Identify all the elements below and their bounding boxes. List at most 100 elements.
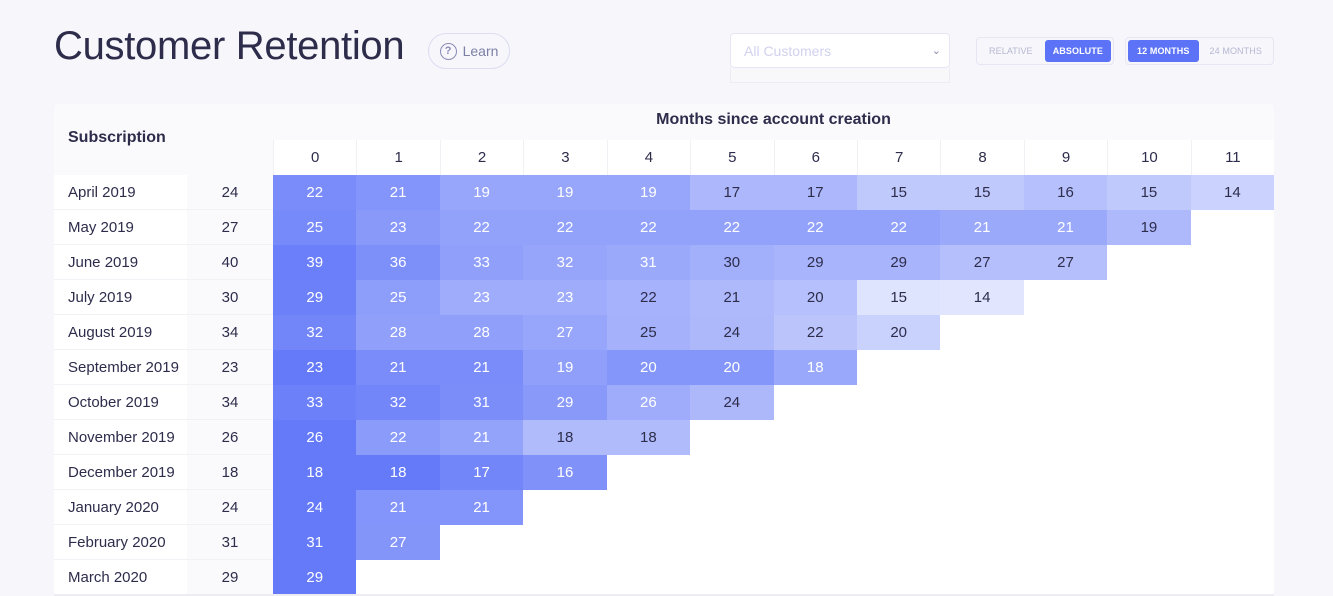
12-months-option[interactable]: 12 MONTHS bbox=[1128, 40, 1199, 62]
retention-cell: 22 bbox=[606, 280, 691, 315]
empty-cell bbox=[940, 455, 1023, 490]
cohort-row: February 2020 31 31 27 bbox=[54, 525, 1274, 560]
retention-cell: 36 bbox=[356, 245, 440, 280]
empty-cell bbox=[857, 490, 940, 525]
retention-cell: 27 bbox=[1023, 245, 1108, 280]
month-column-header: 10 bbox=[1107, 140, 1190, 175]
retention-cell: 21 bbox=[940, 210, 1024, 245]
empty-cell bbox=[1024, 455, 1107, 490]
cohort-label: August 2019 bbox=[54, 315, 187, 350]
page-title: Customer Retention bbox=[54, 24, 405, 68]
question-circle-icon: ? bbox=[439, 42, 457, 60]
empty-cell bbox=[1024, 490, 1107, 525]
subscription-header: Subscription bbox=[68, 129, 166, 146]
cohort-count: 18 bbox=[187, 455, 273, 490]
range-toggle: 12 MONTHS 24 MONTHS bbox=[1125, 37, 1274, 65]
retention-cell: 24 bbox=[690, 315, 774, 350]
cohort-label: February 2020 bbox=[54, 525, 187, 560]
cohort-row: September 2019 23 23 21 21 19 20 20 18 bbox=[54, 350, 1274, 385]
retention-cell: 24 bbox=[273, 490, 357, 525]
retention-cell: 22 bbox=[356, 420, 440, 455]
retention-cell: 22 bbox=[773, 315, 857, 350]
cohort-label: May 2019 bbox=[54, 210, 187, 245]
retention-cell: 21 bbox=[690, 280, 774, 315]
retention-cell: 19 bbox=[1107, 210, 1191, 245]
cohort-row: May 2019 27 25 23 22 22 22 22 22 22 21 21 19 bbox=[54, 210, 1274, 245]
empty-cell bbox=[1024, 315, 1107, 350]
empty-cell bbox=[1107, 280, 1190, 315]
chevron-down-icon: ⌄ bbox=[931, 45, 941, 57]
empty-cell bbox=[607, 490, 690, 525]
empty-cell bbox=[1191, 455, 1274, 490]
cohort-count: 31 bbox=[187, 525, 273, 560]
retention-cell: 17 bbox=[690, 175, 774, 210]
month-column-header: 1 bbox=[356, 140, 439, 175]
month-column-header: 9 bbox=[1023, 140, 1107, 175]
retention-cell: 22 bbox=[606, 210, 691, 245]
retention-cell: 32 bbox=[356, 385, 440, 420]
retention-cell: 22 bbox=[773, 210, 857, 245]
empty-cell bbox=[1024, 420, 1107, 455]
cohort-label: January 2020 bbox=[54, 490, 187, 525]
retention-cell: 29 bbox=[523, 385, 607, 420]
empty-cell bbox=[774, 560, 857, 595]
retention-cell: 21 bbox=[356, 490, 440, 525]
retention-cell: 15 bbox=[1107, 175, 1191, 210]
absolute-option[interactable]: ABSOLUTE bbox=[1044, 40, 1111, 62]
empty-cell bbox=[1024, 350, 1107, 385]
empty-cell bbox=[774, 385, 857, 420]
retention-cell: 28 bbox=[439, 315, 524, 350]
month-columns-header: 0 1 2 3 4 5 6 7 8 9 10 11 bbox=[273, 140, 1274, 175]
retention-cell: 19 bbox=[606, 175, 691, 210]
empty-cell bbox=[607, 560, 690, 595]
retention-cell: 29 bbox=[273, 560, 357, 595]
cohort-label: March 2020 bbox=[54, 560, 187, 595]
retention-cell: 20 bbox=[690, 350, 774, 385]
retention-cell: 31 bbox=[606, 245, 691, 280]
cohort-row: January 2020 24 24 21 21 bbox=[54, 490, 1274, 525]
retention-cell: 33 bbox=[273, 385, 357, 420]
cohort-row: October 2019 34 33 32 31 29 26 24 bbox=[54, 385, 1274, 420]
retention-cell: 23 bbox=[356, 210, 440, 245]
month-column-header: 3 bbox=[523, 140, 606, 175]
cohort-label: July 2019 bbox=[54, 280, 187, 315]
retention-cell: 25 bbox=[606, 315, 691, 350]
empty-cell bbox=[690, 455, 773, 490]
24-months-option[interactable]: 24 MONTHS bbox=[1201, 40, 1272, 62]
month-column-header: 6 bbox=[773, 140, 857, 175]
learn-label: Learn bbox=[462, 43, 499, 59]
customer-segment-select[interactable]: All Customers ⌄ bbox=[730, 33, 950, 68]
retention-cell: 22 bbox=[690, 210, 774, 245]
empty-cell bbox=[940, 315, 1023, 350]
cohort-count: 24 bbox=[187, 490, 273, 525]
retention-cell: 14 bbox=[940, 280, 1024, 315]
empty-cell bbox=[1107, 420, 1190, 455]
retention-cell: 15 bbox=[856, 280, 941, 315]
empty-cell bbox=[1191, 560, 1274, 595]
empty-cell bbox=[1191, 525, 1274, 560]
cohort-count: 24 bbox=[187, 175, 273, 210]
empty-cell bbox=[857, 455, 940, 490]
retention-cell: 16 bbox=[523, 455, 607, 490]
empty-cell bbox=[1191, 210, 1274, 245]
retention-cell: 23 bbox=[439, 280, 524, 315]
empty-cell bbox=[857, 385, 940, 420]
empty-cell bbox=[1191, 315, 1274, 350]
retention-cell: 18 bbox=[773, 350, 857, 385]
empty-cell bbox=[774, 490, 857, 525]
retention-cell: 23 bbox=[273, 350, 357, 385]
empty-cell bbox=[1107, 525, 1190, 560]
retention-cell: 21 bbox=[356, 350, 440, 385]
retention-cell: 17 bbox=[439, 455, 524, 490]
learn-button[interactable]: ? Learn bbox=[428, 33, 510, 69]
retention-cell: 29 bbox=[856, 245, 941, 280]
month-column-header: 5 bbox=[690, 140, 773, 175]
retention-cell: 32 bbox=[273, 315, 357, 350]
empty-cell bbox=[1107, 490, 1190, 525]
relative-option[interactable]: RELATIVE bbox=[979, 40, 1043, 62]
empty-cell bbox=[690, 525, 773, 560]
retention-cell: 27 bbox=[356, 525, 440, 560]
retention-cell: 22 bbox=[273, 175, 357, 210]
empty-cell bbox=[1191, 490, 1274, 525]
retention-cell: 22 bbox=[856, 210, 941, 245]
